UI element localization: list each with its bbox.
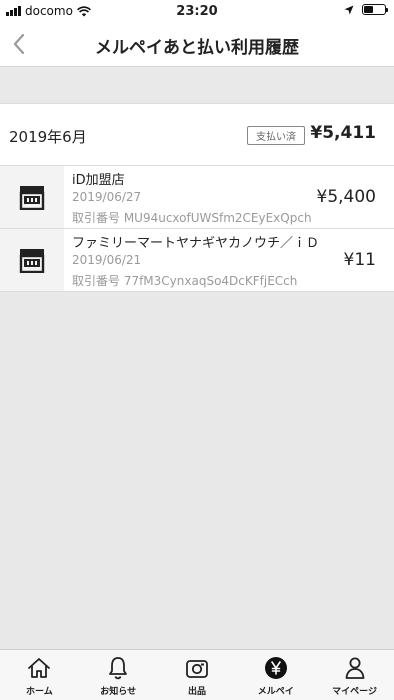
tab-home[interactable]: ホーム <box>0 650 79 700</box>
empty-content-area <box>0 292 394 649</box>
tab-merpay[interactable]: メルペイ <box>236 650 315 700</box>
transaction-amount: ¥11 <box>343 250 376 270</box>
transaction-icon-cell <box>0 229 64 291</box>
location-arrow-icon <box>344 5 354 14</box>
tab-label: お知らせ <box>100 687 137 697</box>
navigation-bar: メルペイあと払い利用履歴 <box>0 22 394 67</box>
bell-icon <box>105 655 131 681</box>
transaction-icon-cell <box>0 166 64 228</box>
tab-label: ホーム <box>26 687 53 697</box>
transaction-list: iD加盟店 2019/06/27 取引番号 MU94ucxofUWSfm2CEy… <box>0 166 394 292</box>
transaction-row[interactable]: iD加盟店 2019/06/27 取引番号 MU94ucxofUWSfm2CEy… <box>0 166 394 229</box>
home-icon <box>26 655 52 681</box>
status-bar: docomo 23:20 <box>0 0 394 22</box>
camera-icon <box>184 655 210 681</box>
transaction-info: ファミリーマートヤナギヤカノウチ／ｉＤ 2019/06/21 取引番号 77fM… <box>64 229 394 291</box>
tab-notifications[interactable]: お知らせ <box>79 650 158 700</box>
transaction-row[interactable]: ファミリーマートヤナギヤカノウチ／ｉＤ 2019/06/21 取引番号 77fM… <box>0 229 394 292</box>
transaction-date: 2019/06/27 <box>72 190 142 204</box>
page-title: メルペイあと払い利用履歴 <box>95 38 299 58</box>
section-spacer <box>0 68 394 103</box>
transaction-id: 取引番号 MU94ucxofUWSfm2CEyExQpch <box>72 211 312 225</box>
month-summary-row: 2019年6月 支払い済 ¥5,411 <box>0 103 394 166</box>
merchant-name: ファミリーマートヤナギヤカノウチ／ｉＤ <box>72 236 320 251</box>
merchant-name: iD加盟店 <box>72 173 125 188</box>
tab-label: 出品 <box>187 687 206 697</box>
tab-sell[interactable]: 出品 <box>158 650 237 700</box>
person-icon <box>342 655 368 681</box>
transaction-info: iD加盟店 2019/06/27 取引番号 MU94ucxofUWSfm2CEy… <box>64 166 394 228</box>
status-time: 23:20 <box>176 4 218 19</box>
month-label: 2019年6月 <box>9 128 87 146</box>
tab-label: メルペイ <box>257 687 294 697</box>
status-right <box>344 4 388 15</box>
battery-icon <box>362 4 388 15</box>
tab-mypage[interactable]: マイページ <box>315 650 394 700</box>
merpay-yen-icon <box>263 655 289 681</box>
month-total-amount: ¥5,411 <box>310 123 376 143</box>
transaction-id: 取引番号 77fM3CynxaqSo4DcKFfjECch <box>72 274 298 288</box>
tab-label: マイページ <box>332 687 377 697</box>
tab-bar: ホーム お知らせ 出品 メルペイ マイページ <box>0 649 394 700</box>
transaction-date: 2019/06/21 <box>72 253 142 267</box>
transaction-amount: ¥5,400 <box>316 187 376 207</box>
store-icon <box>19 249 45 273</box>
status-badge: 支払い済 <box>247 126 305 145</box>
store-icon <box>19 186 45 210</box>
